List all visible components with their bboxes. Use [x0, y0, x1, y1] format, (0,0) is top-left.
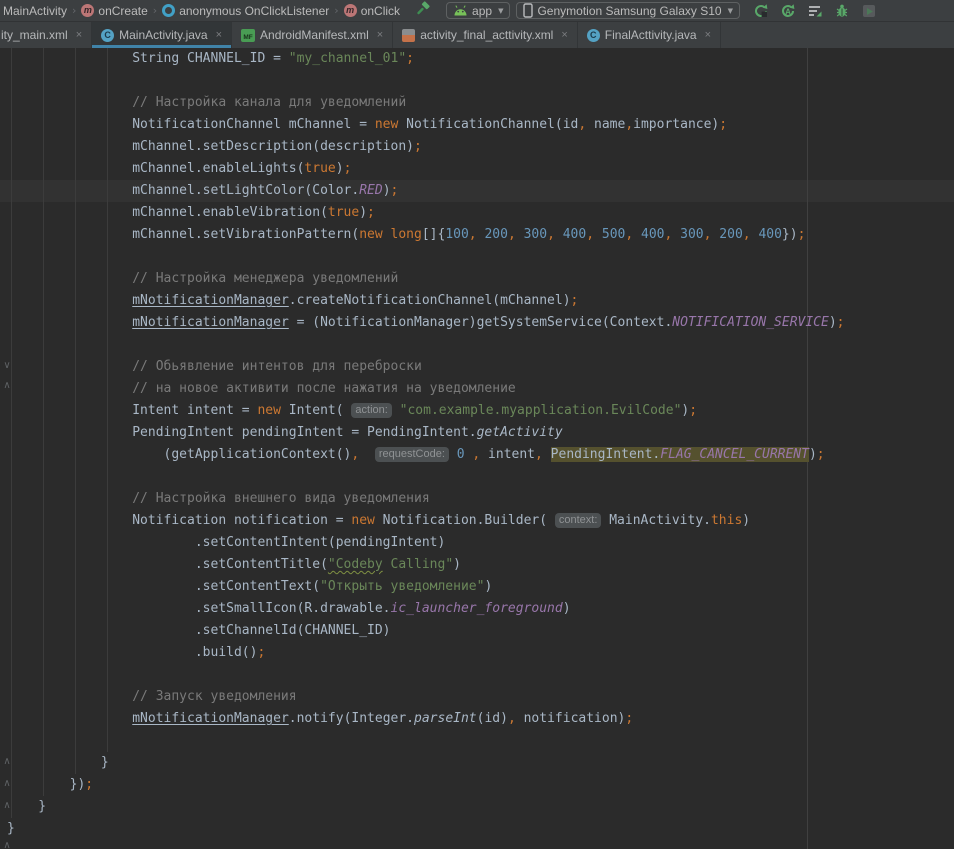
close-icon[interactable]: ×: [705, 29, 711, 41]
code-line: // Обьявление интентов для переброски: [0, 356, 845, 378]
tab-label: AndroidManifest.xml: [260, 28, 369, 42]
code-line: // Настройка внешнего вида уведомления: [0, 488, 845, 510]
profiler-button[interactable]: [807, 3, 823, 19]
code-line: // Запуск уведомления: [0, 686, 845, 708]
code-line: // Настройка менеджера уведомлений: [0, 268, 845, 290]
tab-label: ity_main.xml: [1, 28, 68, 42]
code-line: [0, 664, 845, 686]
device-label: Genymotion Samsung Galaxy S10: [537, 4, 721, 18]
code-line: .setContentTitle("Codeby Calling"): [0, 554, 845, 576]
tab-finalacttivity-java[interactable]: C FinalActtivity.java ×: [578, 22, 721, 48]
code-line: mChannel.enableVibration(true);: [0, 202, 845, 224]
tab-activity-main-xml[interactable]: ity_main.xml ×: [0, 22, 92, 48]
editor: ∨ ∧ ∧ ∧ ∧ ∧ String CHANNEL_ID = "my_chan…: [0, 48, 954, 849]
breadcrumb-label: anonymous OnClickListener: [179, 4, 329, 18]
apply-code-changes-button[interactable]: A: [780, 3, 796, 19]
profiler-icon: [807, 3, 823, 19]
xml-file-icon: [402, 29, 415, 42]
code-line: .build();: [0, 642, 845, 664]
breadcrumb-separator: ›: [153, 4, 157, 17]
code-line: // на новое активити после нажатия на ув…: [0, 378, 845, 400]
java-class-icon: C: [587, 29, 600, 42]
apply-changes-icon: A: [780, 3, 796, 19]
breadcrumb-separator: ›: [72, 4, 76, 17]
code-line: mNotificationManager = (NotificationMana…: [0, 312, 845, 334]
close-icon[interactable]: ×: [561, 29, 567, 41]
breadcrumb-item-anonymous-class[interactable]: anonymous OnClickListener: [161, 4, 330, 18]
code-line: PendingIntent pendingIntent = PendingInt…: [0, 422, 845, 444]
manifest-file-icon: MF: [241, 29, 255, 42]
code-line: mChannel.setDescription(description);: [0, 136, 845, 158]
android-icon: [453, 5, 468, 16]
code-area[interactable]: String CHANNEL_ID = "my_channel_01"; // …: [0, 48, 845, 840]
top-toolbar: MainActivity › m onCreate › anonymous On…: [0, 0, 954, 22]
breadcrumb-item-class[interactable]: MainActivity: [2, 4, 68, 18]
breadcrumb-label: onCreate: [98, 4, 147, 18]
code-line: // Настройка канала для уведомлений: [0, 92, 845, 114]
code-line: [0, 246, 845, 268]
rerun-app-button[interactable]: [753, 3, 769, 19]
code-line: .setContentText("Открыть уведомление"): [0, 576, 845, 598]
close-icon[interactable]: ×: [377, 29, 383, 41]
code-line: mChannel.setVibrationPattern(new long[]{…: [0, 224, 845, 246]
code-line: }: [0, 752, 845, 774]
fold-marker-icon[interactable]: ∧: [1, 840, 13, 849]
code-line: .setChannelId(CHANNEL_ID): [0, 620, 845, 642]
run-actions: A: [753, 3, 877, 19]
java-class-icon: C: [101, 29, 114, 42]
breadcrumb-label: MainActivity: [3, 4, 67, 18]
close-icon[interactable]: ×: [76, 29, 82, 41]
tab-mainactivity-java[interactable]: C MainActivity.java ×: [92, 22, 232, 48]
svg-text:A: A: [785, 7, 791, 16]
debug-button[interactable]: [834, 3, 850, 19]
debug-bug-icon: [834, 3, 850, 19]
code-line: Notification notification = new Notifica…: [0, 510, 845, 532]
build-button[interactable]: [415, 1, 431, 20]
tab-label: activity_final_acttivity.xml: [420, 28, 553, 42]
hammer-icon: [415, 1, 431, 17]
code-line: }: [0, 818, 845, 840]
code-line: [0, 730, 845, 752]
breadcrumb-separator: ›: [334, 4, 338, 17]
phone-icon: [523, 3, 533, 18]
code-line: mNotificationManager.notify(Integer.pars…: [0, 708, 845, 730]
run-configuration-label: app: [472, 4, 492, 18]
tab-label: FinalActtivity.java: [605, 28, 697, 42]
anonymous-class-icon: [162, 4, 175, 17]
method-icon: m: [81, 4, 94, 17]
code-line: [0, 334, 845, 356]
code-line: }: [0, 796, 845, 818]
attach-debugger-button[interactable]: [861, 3, 877, 19]
breadcrumb-item-onclick[interactable]: m onClick: [343, 4, 401, 18]
code-line: .setSmallIcon(R.drawable.ic_launcher_for…: [0, 598, 845, 620]
rerun-icon: [753, 3, 769, 19]
code-line: mChannel.setLightColor(Color.RED);: [0, 180, 845, 202]
code-line: mChannel.enableLights(true);: [0, 158, 845, 180]
code-line: Intent intent = new Intent( action: "com…: [0, 400, 845, 422]
chevron-down-icon: ▼: [728, 7, 733, 15]
tab-label: MainActivity.java: [119, 28, 207, 42]
device-select[interactable]: Genymotion Samsung Galaxy S10 ▼: [516, 2, 740, 19]
code-line: mNotificationManager.createNotificationC…: [0, 290, 845, 312]
code-line: .setContentIntent(pendingIntent): [0, 532, 845, 554]
close-icon[interactable]: ×: [216, 29, 222, 41]
tab-activity-final-acttivity-xml[interactable]: activity_final_acttivity.xml ×: [393, 22, 578, 48]
method-icon: m: [344, 4, 357, 17]
code-line: NotificationChannel mChannel = new Notif…: [0, 114, 845, 136]
breadcrumb-label: onClick: [361, 4, 400, 18]
attach-debugger-icon: [861, 3, 877, 19]
run-configuration-select[interactable]: app ▼: [446, 2, 510, 19]
tab-androidmanifest-xml[interactable]: MF AndroidManifest.xml ×: [232, 22, 393, 48]
code-line: [0, 70, 845, 92]
code-line: });: [0, 774, 845, 796]
chevron-down-icon: ▼: [498, 7, 503, 15]
breadcrumb: MainActivity › m onCreate › anonymous On…: [2, 4, 401, 18]
code-line: (getApplicationContext(), requestCode: 0…: [0, 444, 845, 466]
editor-tabs: ity_main.xml × C MainActivity.java × MF …: [0, 22, 954, 48]
code-line: String CHANNEL_ID = "my_channel_01";: [0, 48, 845, 70]
code-line: [0, 466, 845, 488]
breadcrumb-item-oncreate[interactable]: m onCreate: [80, 4, 148, 18]
